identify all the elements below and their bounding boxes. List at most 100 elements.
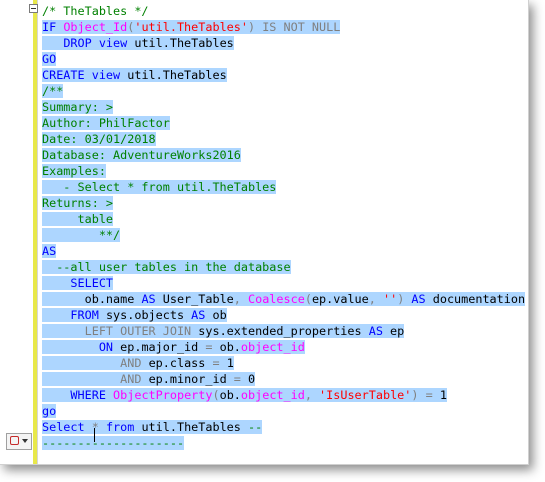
selected-code-text: - Select * from util.TheTables — [42, 180, 277, 194]
code-token: from — [105, 420, 142, 434]
code-token: Returns: > — [42, 196, 114, 210]
selected-code-text: AND ep.minor_id = 0 — [42, 372, 256, 386]
code-token: --all user tables in the database — [42, 260, 291, 274]
code-line[interactable]: ON ep.major_id = ob.object_id — [42, 339, 525, 355]
code-token: ob.name — [42, 292, 142, 306]
code-token: LEFT OUTER JOIN — [84, 324, 199, 338]
code-line[interactable]: SELECT — [42, 275, 525, 291]
smart-tag-button[interactable] — [6, 433, 32, 450]
code-token: /** — [42, 84, 64, 98]
code-token: GO — [42, 52, 57, 66]
code-token: ob. — [219, 340, 241, 354]
code-line[interactable]: ob.name AS User_Table, Coalesce(ep.value… — [42, 291, 526, 307]
code-line[interactable]: CREATE view util.TheTables — [42, 67, 525, 83]
selected-code-text: **/ — [42, 228, 121, 242]
code-token: ep.class — [148, 356, 213, 370]
code-token: AS — [42, 244, 57, 258]
code-line[interactable]: - Select * from util.TheTables — [42, 179, 525, 195]
code-token: '' — [382, 292, 398, 306]
code-line[interactable]: DROP view util.TheTables — [42, 35, 525, 51]
code-token: ep.value — [311, 292, 369, 306]
comment-icon — [10, 436, 19, 445]
code-line[interactable]: Date: 03/01/2018 — [42, 131, 525, 147]
code-line[interactable]: Returns: > — [42, 195, 525, 211]
code-line[interactable]: Examples: — [42, 163, 525, 179]
code-token: ep — [390, 324, 405, 338]
code-token: 'util.TheTables' — [134, 20, 248, 34]
code-line[interactable]: -------------------- — [42, 435, 525, 451]
selected-code-text: Select * from util.TheTables -- — [42, 420, 263, 434]
code-line[interactable]: table — [42, 211, 525, 227]
code-token: ob — [212, 308, 227, 322]
selected-code-text: LEFT OUTER JOIN sys.extended_properties … — [42, 324, 405, 338]
code-line[interactable]: go — [42, 403, 525, 419]
code-line[interactable]: Database: AdventureWorks2016 — [42, 147, 525, 163]
code-line[interactable]: IF Object_Id('util.TheTables') IS NOT NU… — [42, 19, 525, 35]
code-text: /* TheTables */ — [42, 4, 149, 18]
code-token: IF — [42, 20, 64, 34]
code-token: util.TheTables — [127, 68, 227, 82]
code-token: ep.major_id — [120, 340, 206, 354]
code-token: documentation — [432, 292, 526, 306]
code-line[interactable]: AND ep.class = 1 — [42, 355, 525, 371]
code-token: DROP view — [63, 36, 135, 50]
code-token: ob. — [219, 388, 241, 402]
code-text-area[interactable]: /* TheTables */IF Object_Id('util.TheTab… — [42, 3, 526, 451]
code-line[interactable]: --all user tables in the database — [42, 259, 525, 275]
code-token: = — [205, 340, 220, 354]
code-token: FROM — [70, 308, 106, 322]
code-line[interactable]: Summary: > — [42, 99, 525, 115]
code-token: = — [212, 356, 227, 370]
code-line[interactable]: AS — [42, 243, 525, 259]
code-line[interactable]: GO — [42, 51, 525, 67]
code-line[interactable]: FROM sys.objects AS ob — [42, 307, 525, 323]
code-token: AND — [120, 356, 149, 370]
code-token: /* TheTables */ — [42, 4, 149, 18]
code-token: Object_Id — [63, 20, 128, 34]
code-line[interactable]: WHERE ObjectProperty(ob.object_id, 'IsUs… — [42, 387, 525, 403]
code-token: -------------------- — [42, 436, 185, 450]
code-token: -- — [248, 420, 263, 434]
code-line[interactable]: /** — [42, 83, 525, 99]
selected-code-text: Returns: > — [42, 196, 114, 210]
selected-code-text: CREATE view util.TheTables — [42, 68, 227, 82]
code-line[interactable]: LEFT OUTER JOIN sys.extended_properties … — [42, 323, 525, 339]
code-token: 1 — [226, 356, 234, 370]
code-token: = — [233, 372, 249, 386]
code-token: table — [42, 212, 114, 226]
code-token: , — [304, 388, 320, 402]
collapse-region-icon[interactable] — [29, 4, 38, 13]
selected-code-text: Examples: — [42, 164, 106, 178]
selected-code-text: Author: PhilFactor — [42, 116, 170, 130]
selected-code-text: table — [42, 212, 114, 226]
sql-editor-window: /* TheTables */IF Object_Id('util.TheTab… — [0, 0, 529, 465]
code-line[interactable]: Select * from util.TheTables -- — [42, 419, 525, 435]
code-token: Summary: > — [42, 100, 114, 114]
code-token: , — [233, 292, 248, 306]
selected-code-text: GO — [42, 52, 57, 66]
code-token: ) IS NOT NULL — [247, 20, 341, 34]
selected-code-text: --all user tables in the database — [42, 260, 291, 274]
selected-code-text: FROM sys.objects AS ob — [42, 308, 227, 322]
selected-code-text: ON ep.major_id = ob.object_id — [42, 340, 305, 354]
selected-code-text: Database: AdventureWorks2016 — [42, 148, 241, 162]
selected-code-text: SELECT — [42, 276, 114, 290]
code-token: - Select * from util.TheTables — [42, 180, 277, 194]
code-token: ObjectProperty — [113, 388, 213, 402]
chevron-down-icon — [22, 439, 28, 443]
code-line[interactable]: **/ — [42, 227, 525, 243]
code-token: Author: PhilFactor — [42, 116, 170, 130]
code-token: util.TheTables — [141, 420, 248, 434]
code-line[interactable]: /* TheTables */ — [42, 3, 525, 19]
code-token: SELECT — [70, 276, 114, 290]
code-token: ON — [98, 340, 121, 354]
code-token: AS — [191, 308, 213, 322]
code-line[interactable]: AND ep.minor_id = 0 — [42, 371, 525, 387]
code-token: util.TheTables — [134, 36, 234, 50]
code-line[interactable]: Author: PhilFactor — [42, 115, 525, 131]
selected-code-text: -------------------- — [42, 436, 185, 450]
code-token: Select — [42, 420, 92, 434]
